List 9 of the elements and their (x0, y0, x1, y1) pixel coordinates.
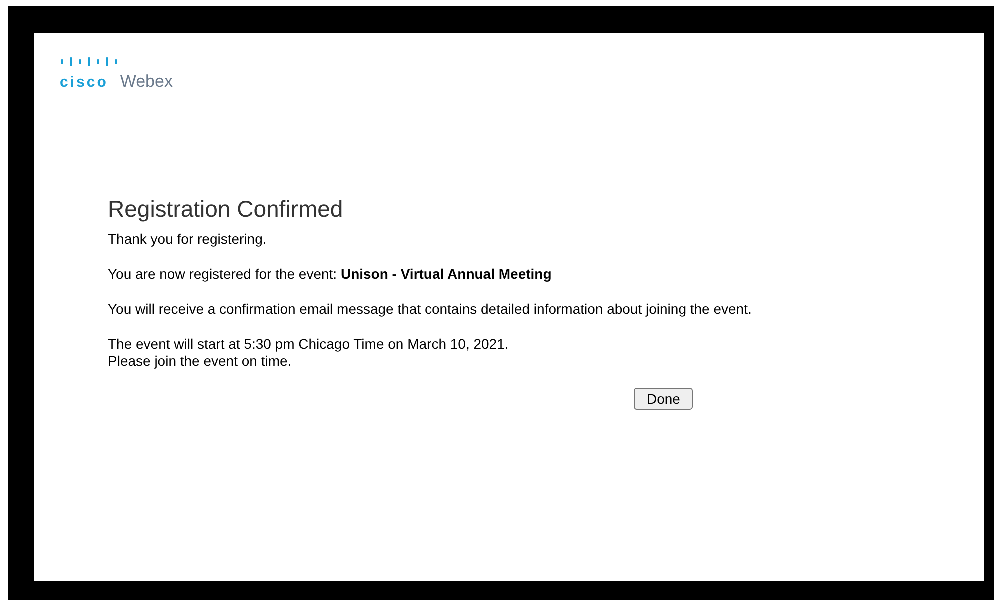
message-text: Thank you for registering. (108, 231, 268, 248)
page-heading: Registration Confirmed (108, 196, 344, 223)
message-text: You will receive a confirmation email message that contains detailed information about joining the event. (108, 301, 753, 318)
message-text: You are now registered for the event: Unison - Virtual Annual Meeting (108, 266, 553, 283)
product-name: Webex (120, 72, 173, 92)
done-button[interactable]: Done (634, 388, 694, 410)
message-text: The event will start at 5:30 pm Chicago Time on March 10, 2021. (108, 336, 510, 353)
message-text: Please join the event on time. (108, 353, 293, 370)
brand-logo-text: cisco (60, 74, 108, 91)
